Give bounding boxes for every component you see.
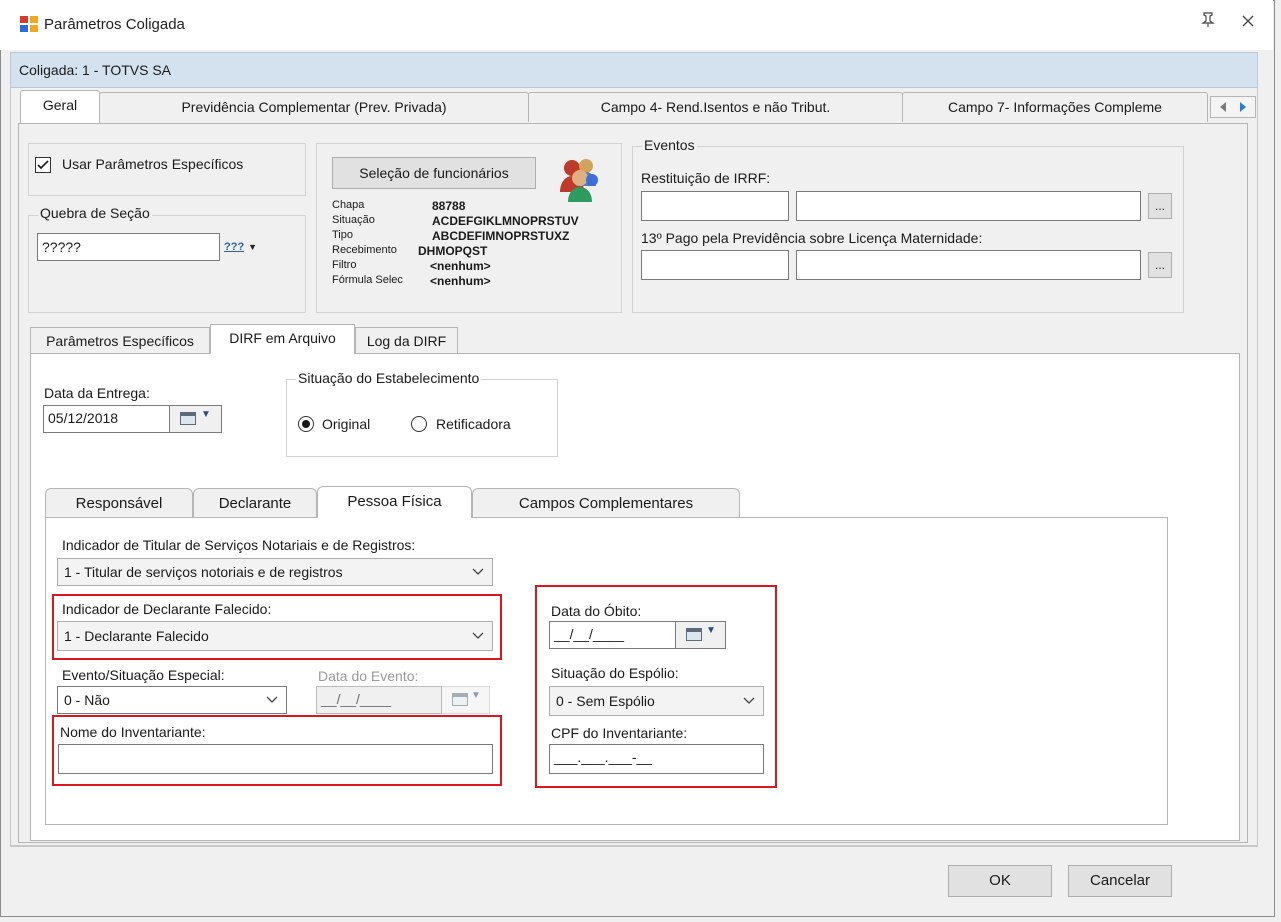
tab-declarante[interactable]: Declarante — [193, 488, 317, 518]
indicador-titular-value: 1 - Titular de serviços notoriais e de r… — [64, 564, 343, 580]
window-title: Parâmetros Coligada — [44, 16, 185, 33]
indicador-falecido-value: 1 - Declarante Falecido — [64, 628, 209, 644]
tab-scroll-right-icon[interactable] — [1237, 100, 1249, 117]
nome-inventariante-input[interactable] — [58, 744, 493, 774]
info-value-filtro: <nenhum> — [430, 259, 491, 273]
info-label-formula: Fórmula Selec — [332, 274, 403, 286]
selecao-funcionarios-button[interactable]: Seleção de funcionários — [332, 157, 536, 189]
tab-parametros-especificos[interactable]: Parâmetros Específicos — [30, 327, 210, 355]
radio-retificadora-label: Retificadora — [436, 416, 511, 432]
data-obito-calendar-button[interactable]: ▼ — [676, 621, 726, 649]
info-value-tipo: ABCDEFIMNOPRSTUXZ — [432, 229, 570, 243]
evento-situacao-select[interactable]: 0 - Não — [57, 686, 287, 714]
data-entrega-calendar-button[interactable]: ▼ — [170, 405, 222, 433]
data-entrega-input[interactable]: 05/12/2018 — [43, 405, 170, 433]
title-bar: Parâmetros Coligada — [0, 0, 1273, 50]
close-icon[interactable] — [1236, 12, 1260, 36]
data-evento-label: Data do Evento: — [318, 668, 419, 684]
info-value-recebimento: DHMOPQST — [418, 244, 488, 258]
indicador-titular-select[interactable]: 1 - Titular de serviços notoriais e de r… — [57, 558, 493, 586]
info-value-situacao: ACDEFGIKLMNOPRSTUV — [432, 214, 579, 228]
radio-original[interactable] — [298, 416, 314, 432]
quebra-lookup-label: ??? — [224, 241, 245, 253]
usar-params-label: Usar Parâmetros Específicos — [62, 156, 244, 172]
tab-campos-complementares[interactable]: Campos Complementares — [472, 488, 740, 518]
restituicao-desc-input[interactable] — [796, 191, 1141, 221]
situacao-espolio-value: 0 - Sem Espólio — [556, 693, 655, 709]
restituicao-code-input[interactable] — [641, 191, 789, 221]
coligada-bar: Coligada: 1 - TOTVS SA — [10, 52, 1258, 88]
info-label-recebimento: Recebimento — [332, 244, 397, 256]
decimo-terceiro-lookup-button[interactable]: ... — [1148, 252, 1172, 278]
chevron-down-icon — [472, 622, 484, 660]
data-evento-input: __/__/____ — [316, 686, 442, 714]
info-label-tipo: Tipo — [332, 229, 353, 241]
data-obito-label: Data do Óbito: — [551, 603, 642, 619]
restituicao-label: Restituição de IRRF: — [641, 170, 771, 186]
eventos-legend: Eventos — [642, 137, 697, 153]
quebra-secao-lookup-button[interactable]: ??? ▼ — [224, 237, 274, 257]
indicador-falecido-select[interactable]: 1 - Declarante Falecido — [57, 621, 493, 651]
decimo-terceiro-desc-input[interactable] — [796, 250, 1141, 280]
info-value-chapa: 88788 — [432, 199, 466, 213]
data-obito-input[interactable]: __/__/____ — [549, 621, 676, 649]
tab-responsavel[interactable]: Responsável — [45, 488, 193, 518]
users-icon — [552, 152, 606, 202]
indicador-titular-label: Indicador de Titular de Serviços Notaria… — [62, 537, 416, 553]
tab-campo7[interactable]: Campo 7- Informações Compleme — [902, 92, 1208, 122]
selecao-info: Chapa 88788 Situação ACDEFGIKLMNOPRSTUV Ti… — [332, 199, 622, 289]
decimo-terceiro-code-input[interactable] — [641, 250, 789, 280]
quebra-secao-input[interactable]: ????? — [37, 233, 220, 261]
coligada-label: Coligada: 1 - TOTVS SA — [19, 62, 171, 78]
info-value-formula: <nenhum> — [430, 274, 491, 288]
situacao-espolio-select[interactable]: 0 - Sem Espólio — [549, 686, 764, 716]
chevron-down-icon: ▼ — [248, 242, 257, 252]
info-label-chapa: Chapa — [332, 199, 365, 211]
evento-situacao-value: 0 - Não — [64, 692, 110, 708]
info-label-situacao: Situação — [332, 214, 375, 226]
cpf-inventariante-label: CPF do Inventariante: — [551, 725, 688, 741]
decimo-terceiro-label: 13º Pago pela Previdência sobre Licença … — [641, 230, 983, 246]
calendar-icon — [686, 628, 702, 641]
tab-log-dirf[interactable]: Log da DIRF — [355, 327, 458, 355]
chevron-down-icon: ▼ — [471, 690, 481, 701]
data-evento-calendar-button: ▼ — [442, 686, 490, 714]
calendar-icon — [180, 412, 196, 425]
chevron-down-icon — [743, 687, 755, 725]
radio-retificadora[interactable] — [411, 416, 427, 432]
situacao-espolio-label: Situação do Espólio: — [551, 665, 679, 681]
cpf-inventariante-input[interactable]: ___.___.___-__ — [549, 744, 764, 774]
calendar-icon — [452, 693, 468, 706]
tab-campo4[interactable]: Campo 4- Rend.Isentos e não Tribut. — [528, 92, 903, 122]
situacao-estabelecimento-legend: Situação do Estabelecimento — [296, 370, 482, 386]
restituicao-lookup-button[interactable]: ... — [1148, 193, 1172, 219]
chevron-down-icon: ▼ — [706, 625, 716, 636]
tab-scroll-buttons — [1210, 96, 1256, 118]
tab-previdencia[interactable]: Previdência Complementar (Prev. Privada) — [99, 92, 529, 122]
tab-dirf-arquivo[interactable]: DIRF em Arquivo — [210, 324, 355, 354]
chevron-down-icon — [472, 559, 484, 594]
radio-original-label: Original — [322, 416, 371, 432]
chevron-down-icon: ▼ — [201, 409, 211, 420]
nome-inventariante-label: Nome do Inventariante: — [60, 724, 206, 740]
quebra-secao-group — [28, 215, 306, 313]
usar-params-checkbox[interactable] — [35, 157, 51, 173]
app-icon — [20, 16, 38, 32]
info-label-filtro: Filtro — [332, 259, 357, 271]
quebra-secao-legend: Quebra de Seção — [38, 205, 152, 221]
ok-button[interactable]: OK — [948, 865, 1052, 897]
tab-scroll-left-icon[interactable] — [1217, 100, 1229, 117]
cancel-button[interactable]: Cancelar — [1068, 865, 1172, 897]
pin-icon[interactable] — [1196, 12, 1220, 36]
data-entrega-label: Data da Entrega: — [44, 385, 150, 401]
indicador-falecido-label: Indicador de Declarante Falecido: — [62, 601, 272, 617]
tab-geral[interactable]: Geral — [20, 90, 100, 123]
evento-situacao-label: Evento/Situação Especial: — [62, 667, 225, 683]
tab-pessoa-fisica[interactable]: Pessoa Física — [317, 486, 472, 518]
